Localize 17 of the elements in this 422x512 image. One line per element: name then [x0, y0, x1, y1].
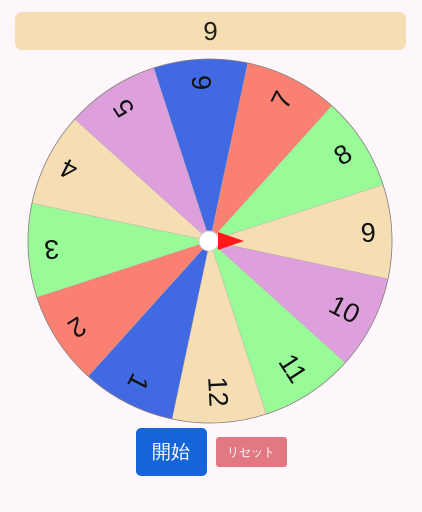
- pointer-icon: [218, 232, 244, 250]
- result-display: 9: [15, 12, 406, 50]
- segment-label: 6: [186, 74, 218, 92]
- start-button[interactable]: 開始: [136, 428, 206, 476]
- segment-label: 3: [43, 234, 60, 265]
- hub-circle: [198, 230, 220, 252]
- segment-label: 11: [272, 348, 313, 388]
- segment-label: 7: [265, 86, 299, 114]
- segment-label: 4: [55, 152, 82, 186]
- segment-label: 12: [202, 376, 234, 408]
- segment-label: 1: [121, 368, 155, 396]
- segment-label: 8: [328, 138, 358, 172]
- segment-label: 10: [324, 289, 365, 330]
- segment-label: 5: [107, 94, 140, 123]
- reset-button[interactable]: リセット: [216, 437, 286, 467]
- segment-label: 9: [360, 217, 377, 248]
- segment-label: 2: [62, 310, 92, 344]
